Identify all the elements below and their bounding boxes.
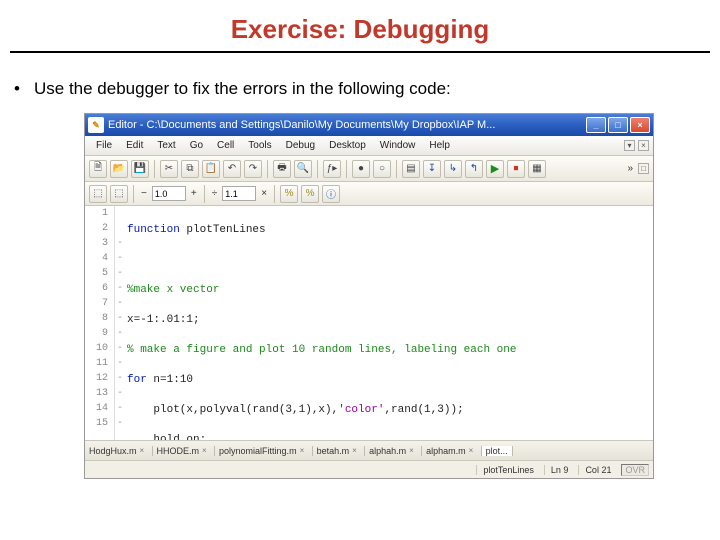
line-number-gutter: 1234 5678 9101112 131415 xyxy=(85,206,115,440)
pct1-icon[interactable]: % xyxy=(280,185,298,203)
open-file-icon[interactable]: 📂 xyxy=(110,160,128,178)
run-section-icon[interactable]: ▦ xyxy=(528,160,546,178)
titlebar: ✎ Editor - C:\Documents and Settings\Dan… xyxy=(85,114,653,136)
tab-close-icon[interactable]: × xyxy=(469,447,477,455)
menu-help[interactable]: Help xyxy=(422,140,457,151)
editor-window: ✎ Editor - C:\Documents and Settings\Dan… xyxy=(84,113,654,479)
paste-icon[interactable]: 📋 xyxy=(202,160,220,178)
menu-debug[interactable]: Debug xyxy=(279,140,322,151)
main-toolbar: 🗎 📂 💾 ✂ ⧉ 📋 ↶ ↷ 🖶 🔍 ƒ▸ ● ○ ▤ ↧ ↳ ↰ ▶ ⏹ ▦ xyxy=(85,156,653,182)
divide-label: ÷ xyxy=(210,188,220,199)
window-title: Editor - C:\Documents and Settings\Danil… xyxy=(108,119,584,131)
decrement-value-input[interactable]: 1.0 xyxy=(152,186,186,201)
menu-text[interactable]: Text xyxy=(150,140,182,151)
run-icon[interactable]: ▶ xyxy=(486,160,504,178)
menu-bar: File Edit Text Go Cell Tools Debug Deskt… xyxy=(85,136,653,156)
minus-label: − xyxy=(139,188,149,199)
save-icon[interactable]: 💾 xyxy=(131,160,149,178)
redo-icon[interactable]: ↷ xyxy=(244,160,262,178)
file-tab[interactable]: alpham.m× xyxy=(422,446,482,456)
code-text[interactable]: function plotTenLines %make x vector x=-… xyxy=(125,206,653,440)
copy-icon[interactable]: ⧉ xyxy=(181,160,199,178)
breakpoint-set-icon[interactable]: ● xyxy=(352,160,370,178)
cut-icon[interactable]: ✂ xyxy=(160,160,178,178)
plus-label: + xyxy=(189,188,199,199)
tab-close-icon[interactable]: × xyxy=(300,447,308,455)
status-line: Ln 9 xyxy=(544,465,569,475)
close-button[interactable]: × xyxy=(630,117,650,133)
menu-go[interactable]: Go xyxy=(183,140,210,151)
print-icon[interactable]: 🖶 xyxy=(273,160,291,178)
bullet-text: Use the debugger to fix the errors in th… xyxy=(0,79,720,109)
minimize-button[interactable]: _ xyxy=(586,117,606,133)
slide-title: Exercise: Debugging xyxy=(0,0,720,51)
code-area[interactable]: 1234 5678 9101112 131415 -- ---- ---- --… xyxy=(85,206,653,440)
tab-close-icon[interactable]: × xyxy=(352,447,360,455)
file-tab[interactable]: betah.m× xyxy=(313,446,366,456)
menu-edit[interactable]: Edit xyxy=(119,140,150,151)
info-icon[interactable]: ⓘ xyxy=(322,185,340,203)
file-tab[interactable]: HHODE.m× xyxy=(153,446,216,456)
status-bar: plotTenLines Ln 9 Col 21 OVR xyxy=(85,460,653,478)
goto-func-icon[interactable]: ƒ▸ xyxy=(323,160,341,178)
fold-gutter: -- ---- ---- --- xyxy=(115,206,125,440)
stack-icon[interactable]: ▤ xyxy=(402,160,420,178)
menu-window[interactable]: Window xyxy=(373,140,423,151)
step-out-icon[interactable]: ↰ xyxy=(465,160,483,178)
menu-tools[interactable]: Tools xyxy=(241,140,278,151)
tab-close-icon[interactable]: × xyxy=(202,447,210,455)
cell-plusplus-icon[interactable]: ⬚ xyxy=(110,185,128,203)
tab-close-icon[interactable]: × xyxy=(409,447,417,455)
cell-toolbar: ⬚ ⬚ − 1.0 + ÷ 1.1 × % % ⓘ xyxy=(85,182,653,206)
maximize-button[interactable]: □ xyxy=(608,117,628,133)
editor-app-icon: ✎ xyxy=(88,117,104,133)
times-label: × xyxy=(259,188,269,199)
file-tab[interactable]: polynomialFitting.m× xyxy=(215,446,313,456)
breakpoint-clear-icon[interactable]: ○ xyxy=(373,160,391,178)
toolbar-close-icon[interactable]: □ xyxy=(638,163,649,174)
multiply-value-input[interactable]: 1.1 xyxy=(222,186,256,201)
undo-icon[interactable]: ↶ xyxy=(223,160,241,178)
file-tab[interactable]: alphah.m× xyxy=(365,446,422,456)
menu-desktop[interactable]: Desktop xyxy=(322,140,373,151)
status-col: Col 21 xyxy=(578,465,611,475)
menu-cell[interactable]: Cell xyxy=(210,140,241,151)
toolbar-overflow-icon[interactable]: » xyxy=(625,163,635,174)
status-ovr: OVR xyxy=(621,464,649,476)
step-icon[interactable]: ↧ xyxy=(423,160,441,178)
title-underline xyxy=(10,51,710,53)
cell-plus-icon[interactable]: ⬚ xyxy=(89,185,107,203)
pct2-icon[interactable]: % xyxy=(301,185,319,203)
aux-chevron-icon[interactable]: ▾ xyxy=(624,140,635,151)
find-icon[interactable]: 🔍 xyxy=(294,160,312,178)
menu-file[interactable]: File xyxy=(89,140,119,151)
tab-close-icon[interactable]: × xyxy=(140,447,148,455)
step-in-icon[interactable]: ↳ xyxy=(444,160,462,178)
file-tab[interactable]: HodgHux.m× xyxy=(85,446,153,456)
exit-debug-icon[interactable]: ⏹ xyxy=(507,160,525,178)
file-tab-active[interactable]: plot... xyxy=(482,446,513,456)
aux-close-icon[interactable]: × xyxy=(638,140,649,151)
new-file-icon[interactable]: 🗎 xyxy=(89,160,107,178)
file-tabs-bar: HodgHux.m× HHODE.m× polynomialFitting.m×… xyxy=(85,440,653,460)
status-function: plotTenLines xyxy=(476,465,534,475)
